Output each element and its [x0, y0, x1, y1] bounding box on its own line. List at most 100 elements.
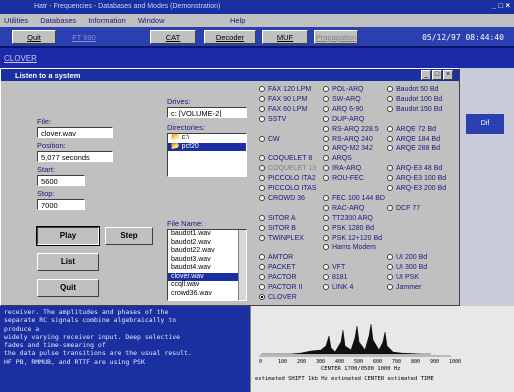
mode-radio-psk-12-120-bd[interactable]: PSK 12+120 Bd	[323, 234, 382, 243]
mode-radio-cw[interactable]: CW	[259, 135, 280, 144]
mode-radio-packet[interactable]: PACKET	[259, 263, 296, 272]
files-list[interactable]: baudot1.wav baudot2.wav baudot22.wav bau…	[167, 229, 247, 301]
mode-radio-label: ARQ-E3 48 Bd	[396, 165, 443, 173]
menu-databases[interactable]: Databases	[40, 16, 76, 25]
file-item[interactable]: baudot22.wav	[168, 247, 246, 256]
maximize-icon[interactable]: □	[432, 70, 442, 80]
file-item[interactable]: ccqll.wav	[168, 281, 246, 290]
mode-radio-arqs[interactable]: ARQS	[323, 154, 352, 163]
mode-radio-fec-100-144-bd[interactable]: FEC 100 144 BD	[323, 194, 385, 203]
menu-utilities[interactable]: Utilities	[4, 16, 28, 25]
mode-radio-amtor[interactable]: AMTOR	[259, 253, 293, 262]
mode-radio-vft[interactable]: VFT	[323, 263, 345, 272]
mode-radio-harris-modem[interactable]: Harris Modem	[323, 243, 376, 252]
mode-radio-fax-90-lpm[interactable]: FAX 90 LPM	[259, 95, 307, 104]
mode-radio-label: COQUELET 8	[268, 155, 313, 163]
menu-information[interactable]: Information	[88, 16, 126, 25]
mode-radio-clover[interactable]: CLOVER	[259, 293, 297, 302]
file-item[interactable]: baudot3.wav	[168, 256, 246, 265]
mode-radio-arqe-288-bd[interactable]: ARQE 288 Bd	[387, 144, 440, 153]
mode-radio-link-4[interactable]: LINK 4	[323, 283, 353, 292]
cat-toolbar-button[interactable]: CAT	[150, 30, 196, 44]
list-button[interactable]: List	[37, 253, 99, 271]
mode-radio-arqe-184-bd[interactable]: ARQE 184 Bd	[387, 135, 440, 144]
file-item[interactable]: baudot2.wav	[168, 239, 246, 248]
mode-radio-fax-60-lpm[interactable]: FAX 60 LPM	[259, 105, 307, 114]
mode-radio-sitor-a[interactable]: SITOR A	[259, 214, 296, 223]
mode-radio-sitor-b[interactable]: SITOR B	[259, 224, 296, 233]
muf-toolbar-button[interactable]: MUF	[262, 30, 308, 44]
mode-radio-baudot-100-bd[interactable]: Baudot 100 Bd	[387, 95, 442, 104]
mode-radio-sstv[interactable]: SSTV	[259, 115, 286, 124]
mode-radio-ira-arq[interactable]: IRA-ARQ	[323, 164, 361, 173]
mode-radio-rac-arq[interactable]: RAC-ARQ	[323, 204, 364, 213]
spectrum-tick-label: 600	[373, 359, 382, 365]
mode-radio-ui-300-bd[interactable]: UI 300 Bd	[387, 263, 427, 272]
mode-radio-twinplex[interactable]: TWINPLEX	[259, 234, 304, 243]
menu-help[interactable]: Help	[230, 16, 245, 25]
mode-radio-8181[interactable]: 8181	[323, 273, 348, 282]
file-field[interactable]: clover.wav	[37, 127, 113, 138]
mode-radio-ui-psk[interactable]: UI PSK	[387, 273, 419, 282]
menu-window[interactable]: Window	[138, 16, 165, 25]
dif-button[interactable]: Dif	[466, 114, 504, 134]
mode-radio-rs-arq-228-5[interactable]: RS-ARQ 228.5	[323, 125, 379, 134]
mode-radio-rou-fec[interactable]: ROU-FEC	[323, 174, 364, 183]
radio-dot-icon	[259, 284, 265, 290]
file-item[interactable]: clover.wav	[168, 272, 246, 281]
window-controls[interactable]: _ □ ×	[492, 1, 510, 10]
mode-radio-jammer[interactable]: Jammer	[387, 283, 421, 292]
files-scrollbar[interactable]	[238, 230, 246, 300]
quit-button[interactable]: Quit	[37, 279, 99, 297]
ft990-toolbar-button[interactable]: FT 990	[62, 30, 106, 44]
mode-radio-fax-120-lpm[interactable]: FAX 120 LPM	[259, 85, 311, 94]
mode-radio-coquelet-13[interactable]: COQUELET 13	[259, 164, 316, 173]
mode-radio-dcf-77[interactable]: DCF 77	[387, 204, 420, 213]
mode-radio-tt2300-arq[interactable]: TT2300 ARQ	[323, 214, 373, 223]
minimize-icon[interactable]: _	[421, 70, 431, 80]
directory-item[interactable]: 📂 c:\	[168, 134, 246, 143]
file-item[interactable]: crowd36.wav	[168, 290, 246, 299]
radio-dot-icon	[259, 86, 265, 92]
file-item[interactable]: baudot4.wav	[168, 264, 246, 273]
mode-radio-arq-e3-200-bd[interactable]: ARQ-E3 200 Bd	[387, 184, 446, 193]
mode-radio-dup-arq[interactable]: DUP-ARQ	[323, 115, 364, 124]
drive-select[interactable]: c: [VOLUME-2]	[167, 107, 247, 118]
step-button[interactable]: Step	[105, 227, 153, 245]
radio-dot-icon	[323, 86, 329, 92]
dialog-title-bar: Listen to a system	[1, 69, 459, 81]
directories-label: Directories:	[167, 123, 205, 132]
mode-radio-arq-e3-100-bd[interactable]: ARQ-E3 100 Bd	[387, 174, 446, 183]
mode-radio-piccolo-itas[interactable]: PICCOLO ITAS	[259, 184, 317, 193]
stop-field[interactable]: 7000	[37, 199, 85, 210]
position-field[interactable]: 5,077 seconds	[37, 151, 113, 162]
mode-radio-ui-200-bd[interactable]: UI 200 Bd	[387, 253, 427, 262]
mode-radio-pactor-ii[interactable]: PACTOR II	[259, 283, 302, 292]
mode-radio-crowd-36[interactable]: CROWD 36	[259, 194, 305, 203]
mode-radio-arqe-72-bd[interactable]: ARQE 72 Bd	[387, 125, 436, 134]
play-button[interactable]: Play	[36, 226, 100, 246]
file-item[interactable]: baudot1.wav	[168, 230, 246, 239]
mode-radio-pactor[interactable]: PACTOR	[259, 273, 297, 282]
decoder-toolbar-button[interactable]: Decoder	[204, 30, 256, 44]
description-line: produce a	[4, 324, 40, 333]
radio-dot-icon	[259, 175, 265, 182]
mode-radio-rs-arq-240[interactable]: RS-ARQ 240	[323, 135, 373, 144]
mode-radio-pol-arq[interactable]: POL-ARQ	[323, 85, 364, 94]
mode-radio-baudot-150-bd[interactable]: Baudot 150 Bd	[387, 105, 442, 114]
mode-radio-baudot-50-bd[interactable]: Baudot 50 Bd	[387, 85, 438, 94]
quit-toolbar-button[interactable]: Quit	[12, 30, 56, 44]
mode-radio-piccolo-ita2[interactable]: PICCOLO ITA2	[259, 174, 316, 183]
propagation-toolbar-button[interactable]: Propagation	[314, 30, 358, 44]
mode-radio-arq-m2-342[interactable]: ARQ-M2 342	[323, 144, 373, 153]
mode-radio-coquelet-8[interactable]: COQUELET 8	[259, 154, 312, 163]
mode-radio-label: ARQ-E3 100 Bd	[396, 175, 447, 183]
mode-radio-arq-6-90[interactable]: ARQ 6-90	[323, 105, 363, 114]
directory-item[interactable]: 📂 pcf20	[168, 142, 246, 151]
start-field[interactable]: 5600	[37, 175, 85, 186]
directories-list[interactable]: 📂 c:\ 📂 pcf20	[167, 133, 247, 177]
mode-radio-arq-e3-48-bd[interactable]: ARQ-E3 48 Bd	[387, 164, 442, 173]
mode-radio-sw-arq[interactable]: SW-ARQ	[323, 95, 361, 104]
close-icon[interactable]: ×	[443, 70, 453, 80]
mode-radio-psk-1280-bd[interactable]: PSK 1280 Bd	[323, 224, 374, 233]
